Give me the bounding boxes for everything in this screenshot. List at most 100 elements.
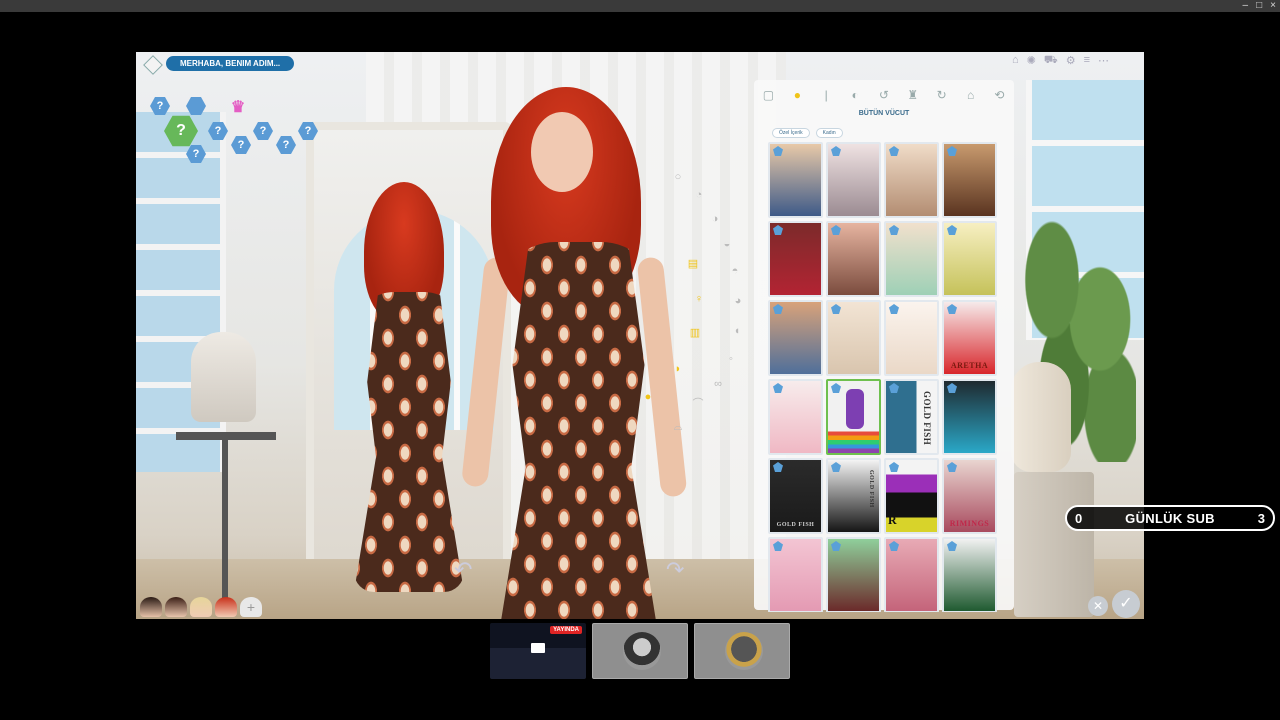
clothing-item[interactable]: GOLD FISH bbox=[768, 458, 823, 534]
category-icon-row: ▢ ● | ◐ ↺ ♜ ↻ ⌂ ⟲ bbox=[754, 84, 1014, 106]
body-part-wrist-icon[interactable]: ◕ bbox=[731, 294, 745, 308]
swim-icon[interactable]: ⟲ bbox=[991, 87, 1007, 103]
close-button[interactable]: × bbox=[1270, 0, 1276, 12]
household-avatar[interactable] bbox=[140, 597, 162, 617]
body-part-earring-icon[interactable]: ◦ bbox=[724, 352, 738, 366]
trait-hex-6[interactable]: ? bbox=[276, 136, 296, 154]
filter-chip-female[interactable]: Kadın bbox=[815, 128, 843, 138]
sim-character[interactable] bbox=[461, 87, 701, 619]
body-part-hat-icon[interactable]: ◔ bbox=[692, 188, 706, 202]
camera-thumbnail[interactable] bbox=[592, 623, 688, 679]
sim-name-field[interactable]: MERHABA, BENIM ADIM... bbox=[166, 56, 295, 71]
clothing-item[interactable] bbox=[826, 300, 881, 376]
clothing-item[interactable]: ARETHA bbox=[942, 300, 997, 376]
confirm-button[interactable]: ✓ bbox=[1112, 590, 1140, 618]
custom-content-icon bbox=[947, 541, 957, 551]
clothing-item[interactable] bbox=[942, 379, 997, 455]
clothing-item[interactable] bbox=[942, 142, 997, 218]
sub-counter-label: GÜNLÜK SUB bbox=[1125, 510, 1215, 526]
custom-content-icon bbox=[947, 146, 957, 156]
light-icon[interactable]: ✺ bbox=[1027, 54, 1036, 68]
clothing-item[interactable] bbox=[768, 221, 823, 297]
clothing-item[interactable] bbox=[768, 300, 823, 376]
sim-reflection bbox=[346, 182, 476, 592]
frame-thumbnail[interactable] bbox=[694, 623, 790, 679]
body-part-hair-icon[interactable]: ◑ bbox=[708, 212, 722, 226]
custom-content-icon bbox=[773, 383, 783, 393]
clothing-item[interactable] bbox=[826, 221, 881, 297]
household-avatar[interactable] bbox=[165, 597, 187, 617]
body-part-ring-icon[interactable]: ◖ bbox=[730, 324, 744, 338]
clothing-item[interactable] bbox=[826, 142, 881, 218]
athletic-icon[interactable]: ◐ bbox=[847, 87, 863, 103]
body-part-head-icon[interactable]: ○ bbox=[671, 170, 685, 184]
body-part-face-icon[interactable]: ◒ bbox=[720, 237, 734, 251]
custom-content-icon bbox=[947, 462, 957, 472]
brand-rimings: RIMINGS bbox=[949, 519, 990, 528]
household-avatar[interactable] bbox=[190, 597, 212, 617]
clothing-item[interactable]: GOLD FISH bbox=[884, 379, 939, 455]
body-part-top-icon[interactable]: ▤ bbox=[686, 257, 700, 271]
body-part-fullbody-icon[interactable]: ♀ bbox=[692, 292, 706, 306]
sleep-icon[interactable]: ↺ bbox=[876, 87, 892, 103]
clothing-item[interactable] bbox=[942, 221, 997, 297]
everyday-icon[interactable]: ● bbox=[789, 87, 805, 103]
filter-chips: Özel İçerik Kadın bbox=[772, 128, 843, 138]
clothing-item-selected[interactable] bbox=[826, 379, 881, 455]
rotate-left-icon[interactable]: ↶ bbox=[454, 557, 472, 583]
custom-content-icon bbox=[773, 304, 783, 314]
body-part-shoes-icon[interactable]: ◗ bbox=[671, 362, 685, 376]
clothing-item[interactable] bbox=[768, 142, 823, 218]
cold-weather-icon[interactable]: ⌂ bbox=[963, 87, 979, 103]
party-icon[interactable]: ♜ bbox=[905, 87, 921, 103]
clothing-item[interactable] bbox=[884, 300, 939, 376]
cancel-button[interactable]: ✕ bbox=[1088, 596, 1108, 616]
maximize-button[interactable]: □ bbox=[1256, 0, 1262, 12]
menu-icon[interactable]: ≡ bbox=[1084, 54, 1090, 68]
body-part-glasses-icon[interactable]: ∞ bbox=[711, 377, 725, 391]
custom-content-icon bbox=[889, 304, 899, 314]
clothing-item[interactable] bbox=[826, 537, 881, 612]
clothing-item[interactable] bbox=[768, 379, 823, 455]
clothing-item[interactable]: R bbox=[884, 458, 939, 534]
trait-hex-5[interactable]: ? bbox=[253, 122, 273, 140]
filter-chip-custom-content[interactable]: Özel İçerik bbox=[772, 128, 810, 138]
custom-content-icon bbox=[831, 541, 841, 551]
gender-pink-icon[interactable]: ♛ bbox=[228, 99, 248, 117]
more-icon[interactable]: ⋯ bbox=[1098, 54, 1109, 68]
custom-content-icon bbox=[773, 541, 783, 551]
screen-thumbnail[interactable]: YAYINDA bbox=[490, 623, 586, 679]
rotate-right-icon[interactable]: ↷ bbox=[666, 557, 684, 583]
home-icon[interactable]: ⌂ bbox=[1012, 54, 1019, 68]
clothing-item[interactable]: RIMINGS bbox=[942, 458, 997, 534]
minimize-button[interactable]: – bbox=[1243, 0, 1249, 12]
custom-content-icon bbox=[889, 225, 899, 235]
camera-stand-leg bbox=[222, 440, 228, 600]
add-sim-icon[interactable]: + bbox=[240, 597, 262, 617]
clothing-item[interactable] bbox=[884, 221, 939, 297]
body-part-tights-icon[interactable]: ⌓ bbox=[671, 420, 685, 434]
monitor-icon bbox=[531, 643, 545, 653]
body-part-bracelet-icon[interactable]: ● bbox=[641, 390, 655, 404]
clothing-item[interactable] bbox=[884, 537, 939, 612]
outfit-icon[interactable]: ▢ bbox=[760, 87, 776, 103]
window-controls: – □ × bbox=[1243, 0, 1276, 12]
cart-icon[interactable]: ⛟ bbox=[1044, 54, 1058, 68]
hot-weather-icon[interactable]: ↻ bbox=[934, 87, 950, 103]
formal-icon[interactable]: | bbox=[818, 87, 834, 103]
body-part-socks-icon[interactable]: ⌒ bbox=[691, 397, 705, 411]
body-part-bottom-icon[interactable]: ▥ bbox=[688, 326, 702, 340]
framed-photo bbox=[725, 632, 763, 670]
brand-gold-fish-3: GOLD FISH bbox=[868, 470, 874, 508]
clothing-item[interactable] bbox=[768, 537, 823, 612]
settings-icon[interactable]: ⚙ bbox=[1066, 54, 1076, 68]
body-part-neck-icon[interactable]: ◓ bbox=[728, 264, 742, 278]
gallery-diamond-icon[interactable] bbox=[143, 55, 163, 75]
household-avatar-active[interactable] bbox=[215, 597, 237, 617]
custom-content-icon bbox=[831, 304, 841, 314]
clothing-item[interactable] bbox=[884, 142, 939, 218]
trait-hex-4[interactable]: ? bbox=[231, 136, 251, 154]
clothing-item[interactable] bbox=[942, 537, 997, 612]
clothing-item[interactable]: GOLD FISH bbox=[826, 458, 881, 534]
brand-gold-fish: GOLD FISH bbox=[922, 391, 932, 446]
